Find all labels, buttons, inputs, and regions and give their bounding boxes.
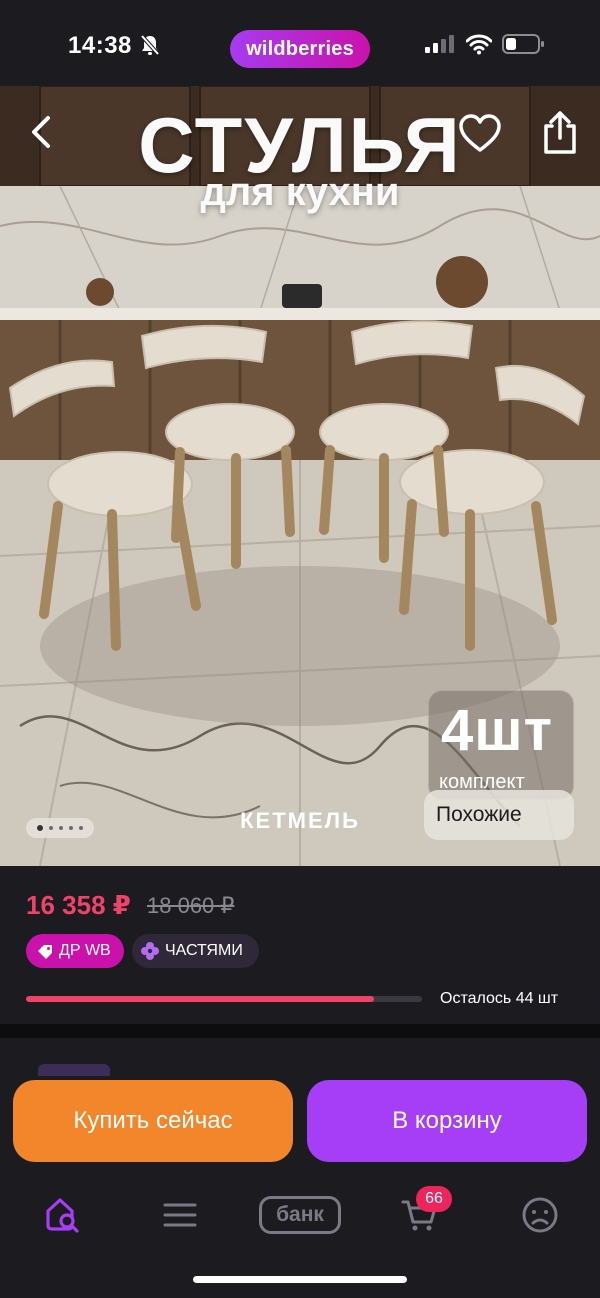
profile-icon <box>522 1197 558 1233</box>
dr-wb-badge[interactable]: ДР WB <box>26 934 124 968</box>
parts-icon <box>141 942 159 960</box>
set-quantity: 4шт <box>441 698 554 763</box>
price-card: 16 358 ₽ 18 060 ₽ ДР WB ЧАСТЯМИ Осталось… <box>0 866 600 1024</box>
next-section-chip <box>38 1064 110 1076</box>
current-price: 16 358 ₽ <box>26 890 131 920</box>
set-quantity-badge: 4шт комплект <box>428 690 574 800</box>
bank-icon: банк <box>259 1196 341 1234</box>
status-bar: 14:38 wildberries <box>0 0 600 86</box>
pagination-dot <box>59 826 63 830</box>
buy-now-button[interactable]: Купить сейчас <box>13 1080 293 1162</box>
product-image-gallery[interactable]: СТУЛЬЯ для кухни 4шт комплект Похожие КЕ… <box>0 86 600 866</box>
similar-button[interactable]: Похожие <box>424 790 574 840</box>
stock-progress-bar <box>26 996 422 1002</box>
cart-count-badge: 66 <box>416 1186 452 1212</box>
nav-home[interactable] <box>40 1192 84 1238</box>
pagination-dot <box>79 826 83 830</box>
nav-profile[interactable] <box>518 1192 562 1238</box>
wildberries-logo[interactable]: wildberries <box>230 30 370 68</box>
gallery-pagination[interactable] <box>26 818 94 838</box>
tag-icon <box>38 945 52 959</box>
pagination-dot <box>49 826 53 830</box>
pagination-dot <box>69 826 73 830</box>
battery-icon <box>502 34 544 54</box>
wifi-icon <box>466 34 492 55</box>
add-to-cart-button[interactable]: В корзину <box>307 1080 587 1162</box>
catalog-icon <box>163 1203 197 1227</box>
installments-badge[interactable]: ЧАСТЯМИ <box>132 934 259 968</box>
stock-remaining: Осталось 44 шт <box>440 990 559 1007</box>
old-price: 18 060 ₽ <box>147 893 235 918</box>
home-indicator <box>193 1276 407 1283</box>
signal-icon <box>425 35 454 53</box>
bell-off-icon <box>140 34 160 56</box>
dr-wb-label: ДР WB <box>59 942 111 959</box>
nav-bank[interactable]: банк <box>258 1192 342 1238</box>
installments-label: ЧАСТЯМИ <box>165 942 243 959</box>
hero-subtitle: для кухни <box>200 170 400 214</box>
bottom-navigation: банк 66 <box>0 1174 600 1298</box>
section-divider <box>0 1024 600 1038</box>
home-search-icon <box>46 1198 79 1233</box>
nav-catalog[interactable] <box>158 1192 202 1238</box>
share-icon[interactable] <box>538 110 582 156</box>
stock-progress-fill <box>26 996 375 1002</box>
pagination-dot <box>37 825 43 831</box>
brand-watermark: КЕТМЕЛЬ <box>240 808 360 833</box>
heart-icon[interactable] <box>458 114 502 154</box>
back-icon[interactable] <box>22 112 62 152</box>
status-time: 14:38 <box>68 32 132 59</box>
